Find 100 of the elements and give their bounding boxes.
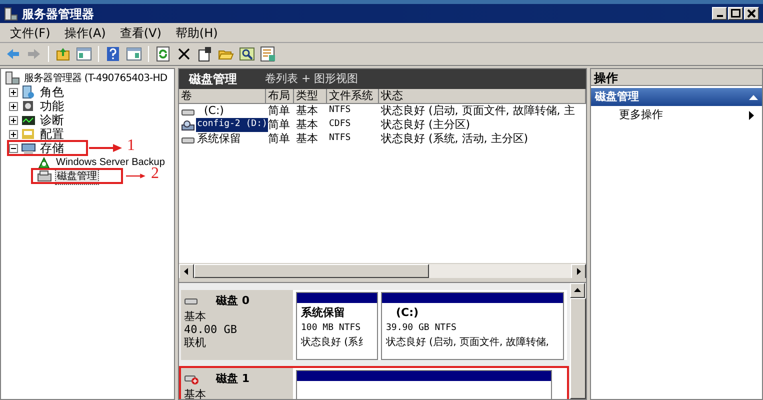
feature-icon (21, 99, 36, 113)
column-header[interactable]: 文件系统 (327, 89, 379, 103)
disk-label: 磁盘 1 (216, 371, 250, 387)
table-cell-text: NTFS (328, 104, 352, 118)
role-icon (21, 85, 36, 99)
table-cell-text: 状态良好 (主分区) (380, 116, 472, 132)
menu-item[interactable]: 操作(A) (64, 24, 106, 42)
section-title: 磁盘管理 (595, 88, 639, 105)
table-cell-text: CDFS (328, 118, 352, 132)
horizontal-scrollbar[interactable] (179, 263, 586, 278)
column-header[interactable]: 状态 (379, 89, 586, 103)
help-icon (105, 46, 121, 62)
help-button[interactable] (104, 45, 122, 63)
disk-error-icon (184, 373, 200, 386)
export-list-icon (260, 46, 276, 62)
plus-icon (11, 132, 16, 136)
properties-icon (197, 46, 213, 62)
table-cell-text: 简单 (267, 130, 291, 147)
tree-item[interactable]: 配置 (39, 127, 65, 141)
table-cell-text: 基本 (295, 130, 319, 147)
annotation-arrow (89, 143, 123, 153)
folder-up-icon (55, 46, 71, 62)
backup-icon (37, 156, 52, 168)
partition-status: 状态良好 (系纟 (301, 336, 370, 350)
collapse-icon (749, 94, 758, 100)
annotation-number: 2 (151, 166, 159, 182)
disk-detail: 基本 (184, 310, 207, 322)
panel-icon (76, 46, 92, 62)
menu-item[interactable]: 帮助(H) (175, 24, 218, 42)
table-cell-text: 状态良好 (系统, 活动, 主分区) (380, 130, 530, 147)
partition-status: 状态良好 (启动, 页面文件, 故障转储, (386, 336, 550, 350)
partition-size: 39.90 GB NTFS (386, 322, 458, 334)
search-button[interactable] (238, 45, 256, 63)
server-icon (4, 6, 18, 20)
table-cell[interactable]: config-2 (D:) (196, 118, 268, 132)
scroll-right-button[interactable] (571, 264, 586, 279)
table-cell-text: 状态良好 (启动, 页面文件, 故障转储, 主 (380, 102, 576, 118)
expand-toggle[interactable] (9, 116, 18, 124)
search-icon (239, 46, 255, 62)
back-arrow-icon (5, 46, 21, 62)
annotation-number: 1 (127, 138, 135, 154)
column-header[interactable]: 卷 (179, 89, 266, 103)
properties-button[interactable] (196, 45, 214, 63)
disk-detail: 基本 (184, 388, 207, 399)
tree-item[interactable]: 服务器管理器 (T-490765403-HD (23, 70, 168, 86)
expand-toggle[interactable] (9, 88, 18, 96)
monitor-icon (21, 113, 36, 127)
window-title: 服务器管理器 (22, 6, 94, 22)
action-item[interactable]: 更多操作 (591, 106, 762, 124)
partition-size: 100 MB NTFS (301, 322, 362, 334)
refresh-icon (155, 46, 171, 62)
section-header[interactable]: 磁盘管理 (591, 88, 762, 106)
plus-icon (11, 90, 16, 94)
close-icon (747, 9, 756, 18)
annotation-arrow (126, 171, 146, 181)
plus-icon (11, 118, 16, 122)
panel-button[interactable] (75, 45, 93, 63)
server-icon (4, 71, 20, 85)
close-button[interactable] (744, 7, 759, 20)
actions-header: 操作 (591, 69, 762, 86)
table-cell-text: 基本 (295, 102, 319, 119)
storage-icon (21, 141, 36, 155)
minimize-button[interactable] (712, 7, 727, 20)
tree-item[interactable]: 角色 (39, 85, 65, 99)
scroll-right-icon (575, 268, 582, 275)
action-label: 更多操作 (619, 106, 663, 123)
maximize-button[interactable] (728, 7, 743, 20)
refresh-button[interactable] (154, 45, 172, 63)
scroll-left-button[interactable] (179, 264, 194, 279)
tree-item[interactable]: 存储 (39, 141, 65, 155)
expand-toggle[interactable] (9, 102, 18, 110)
delete-icon (176, 46, 192, 62)
scroll-thumb[interactable] (194, 264, 429, 278)
forward-arrow-icon (26, 46, 42, 62)
tree-item[interactable]: 诊断 (39, 113, 65, 127)
disk-drive-icon (37, 170, 52, 182)
column-header[interactable]: 类型 (294, 89, 327, 103)
menu-item[interactable]: 文件(F) (10, 24, 50, 42)
table-cell-text: 基本 (295, 116, 319, 133)
table-cell[interactable]: 系统保留 (196, 130, 242, 148)
pane-title: 磁盘管理 (189, 71, 237, 88)
scroll-up-icon (574, 287, 581, 294)
column-header[interactable]: 布局 (266, 89, 294, 103)
panel-button[interactable] (125, 45, 143, 63)
tree-item[interactable]: 功能 (39, 99, 65, 113)
view-label: 卷列表 + 图形视图 (265, 70, 358, 87)
expand-toggle[interactable] (9, 130, 18, 138)
scroll-up-button[interactable] (570, 283, 585, 298)
minimize-icon (716, 15, 722, 17)
disk-label: 磁盘 0 (216, 293, 250, 309)
disk-detail: 联机 (184, 336, 207, 348)
table-cell[interactable]: (C:) (196, 102, 225, 120)
maximize-icon (730, 9, 740, 18)
disk-detail: 40.00 GB (184, 322, 238, 336)
table-cell-text: NTFS (328, 132, 352, 146)
panel-icon (126, 46, 142, 62)
scroll-left-icon (183, 268, 190, 275)
menu-item[interactable]: 查看(V) (120, 24, 162, 42)
collapse-toggle[interactable] (9, 144, 18, 152)
export-list-button[interactable] (259, 45, 277, 63)
